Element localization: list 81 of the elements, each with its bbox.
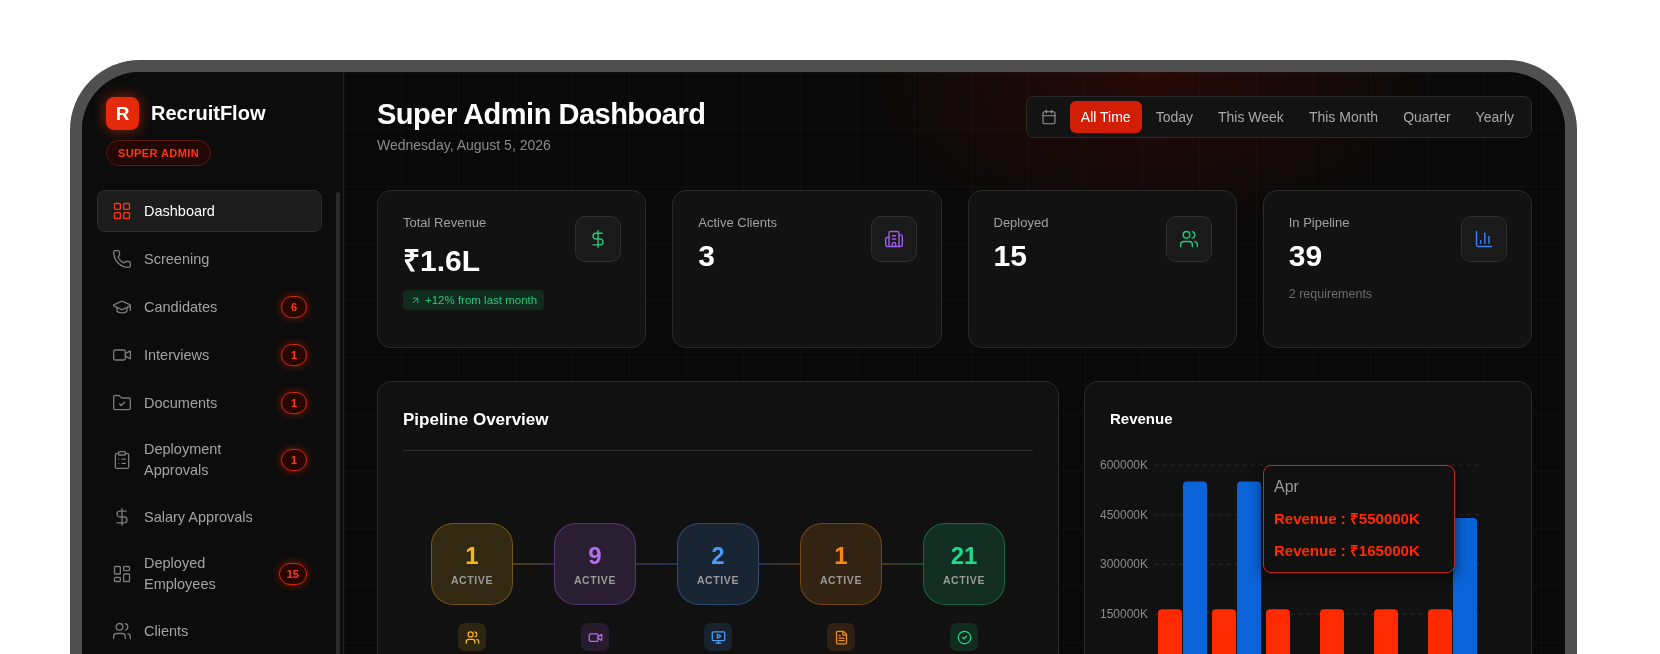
connector-line <box>636 563 677 565</box>
tooltip-title: Apr <box>1274 478 1300 496</box>
stat-note: 2 requirements <box>1288 287 1374 301</box>
y-axis-label: 450000K <box>1099 507 1148 522</box>
sidebar-item-label: Dashboard <box>144 201 216 221</box>
users-icon <box>464 629 480 645</box>
bar-chart-icon <box>1474 229 1494 249</box>
sidebar-item-label: Salary Approvals <box>144 507 254 527</box>
stat-value: 3 <box>698 239 716 273</box>
sidebar-item[interactable]: Deployment Approvals 1 <box>97 430 322 490</box>
sidebar-item[interactable]: Interviews 1 <box>97 334 322 376</box>
filter-tab[interactable]: Yearly <box>1464 101 1525 133</box>
stat-value: 15 <box>993 239 1028 273</box>
stat-label: Deployed <box>993 215 1050 231</box>
users-icon <box>1178 229 1199 249</box>
count-badge: 1 <box>281 344 307 366</box>
date-text: Wednesday, August 5, 2026 <box>377 137 552 153</box>
sidebar-item-label: Deployed Employees <box>144 554 217 594</box>
check-circle-icon <box>956 629 972 645</box>
users-icon <box>112 621 132 641</box>
grid-icon <box>112 201 132 221</box>
calendar-icon <box>1040 109 1057 125</box>
sidebar-item[interactable]: Clients <box>97 610 322 652</box>
panel-title: Pipeline Overview <box>403 409 550 431</box>
logo-mark: R <box>106 97 139 130</box>
phone-icon <box>112 249 132 269</box>
role-badge: SUPER ADMIN <box>106 140 211 166</box>
brand-name: RecruitFlow <box>151 102 266 125</box>
sidebar-item-label: Deployment Approvals <box>144 440 223 480</box>
y-axis-label: 600000K <box>1099 458 1148 472</box>
stage-status: ACTIVE <box>819 574 863 586</box>
sidebar-item-label: Documents <box>144 393 219 413</box>
stat-label: In Pipeline <box>1288 215 1351 231</box>
sidebar-item[interactable]: Screening <box>97 238 322 280</box>
stat-label: Total Revenue <box>403 215 488 231</box>
folder-check-icon <box>112 393 132 413</box>
stage-count: 2 <box>711 542 725 570</box>
filter-tab[interactable]: This Week <box>1207 101 1295 133</box>
stage-count: 1 <box>834 542 848 570</box>
trend-text: +12% from last month <box>425 294 538 306</box>
stat-label: Active Clients <box>698 215 778 231</box>
count-badge: 1 <box>281 449 307 471</box>
connector-line <box>882 563 923 565</box>
connector-line <box>513 563 554 565</box>
filter-tab[interactable]: All Time <box>1069 101 1142 133</box>
panel-title: Revenue <box>1110 409 1174 429</box>
connector-line <box>759 563 800 565</box>
sidebar-item[interactable]: Candidates 6 <box>97 286 322 328</box>
sidebar-item-label: Clients <box>144 621 190 641</box>
stage-status: ACTIVE <box>573 574 617 586</box>
filter-tab[interactable]: This Month <box>1297 101 1390 133</box>
stage-status: ACTIVE <box>696 574 740 586</box>
page-title: Super Admin Dashboard <box>377 97 706 132</box>
tooltip-value: Revenue : ₹550000K <box>1274 509 1421 528</box>
stat-value: 39 <box>1288 239 1324 273</box>
count-badge: 6 <box>281 296 307 318</box>
document-icon <box>833 629 849 645</box>
y-axis-label: 300000K <box>1099 557 1148 572</box>
stage-count: 1 <box>465 542 479 570</box>
stat-value: ₹1.6L <box>403 243 482 279</box>
count-badge: 1 <box>281 392 307 414</box>
sidebar-item[interactable]: Dashboard <box>97 190 322 232</box>
filter-tab[interactable]: Today <box>1144 101 1204 133</box>
stage-count: 9 <box>588 542 602 570</box>
monitor-play-icon <box>710 629 726 645</box>
sidebar-item-label: Interviews <box>144 345 211 365</box>
y-axis-label: 150000K <box>1099 607 1148 622</box>
stage-count: 21 <box>950 542 978 570</box>
stage-status: ACTIVE <box>450 574 494 586</box>
grid-icon <box>112 564 132 584</box>
clipboard-icon <box>112 450 132 470</box>
sidebar-item[interactable]: Documents 1 <box>97 382 322 424</box>
sidebar-item[interactable]: Salary Approvals <box>97 496 322 538</box>
sidebar-item-label: Candidates <box>144 297 219 317</box>
sidebar-item[interactable]: Deployed Employees 15 <box>97 544 322 604</box>
tooltip-value: Revenue : ₹165000K <box>1274 541 1421 560</box>
filter-tab[interactable]: Quarter <box>1392 101 1462 133</box>
stage-status: ACTIVE <box>942 574 986 586</box>
count-badge: 15 <box>278 563 307 585</box>
sidebar-item-label: Screening <box>144 249 211 269</box>
building-icon <box>883 229 904 249</box>
